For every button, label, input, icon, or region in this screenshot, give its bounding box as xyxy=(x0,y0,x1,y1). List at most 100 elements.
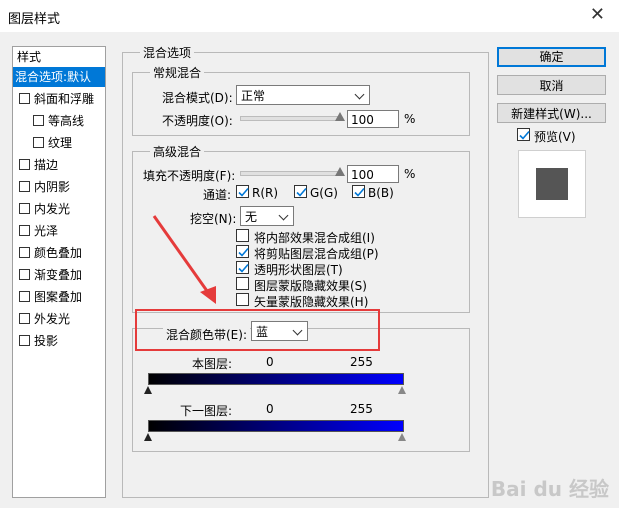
opacity-input[interactable]: 100 xyxy=(347,110,399,128)
style-list-item[interactable]: 斜面和浮雕 xyxy=(13,89,105,109)
preview-swatch xyxy=(536,168,568,200)
annotation-highlight xyxy=(135,309,380,351)
window-title: 图层样式 xyxy=(8,12,61,27)
checkmark-icon xyxy=(354,187,365,197)
style-list-item[interactable]: 混合选项:默认 xyxy=(13,67,105,87)
style-list-item-label: 内阴影 xyxy=(34,180,71,194)
style-list-header: 样式 xyxy=(17,50,42,64)
style-checkbox[interactable] xyxy=(19,159,30,170)
style-list: 样式 混合选项:默认斜面和浮雕等高线纹理描边内阴影内发光光泽颜色叠加渐变叠加图案… xyxy=(12,46,106,498)
style-list-item[interactable]: 光泽 xyxy=(13,221,105,241)
style-list-item-label: 光泽 xyxy=(34,224,59,238)
this-layer-black-slider[interactable] xyxy=(144,386,152,394)
style-list-item-label: 颜色叠加 xyxy=(34,246,83,260)
fill-opacity-label: 填充不透明度(F): xyxy=(143,169,236,183)
preview-label: 预览(V) xyxy=(534,130,576,144)
watermark: Bai du 经验 xyxy=(490,477,609,501)
underlying-layer-white-slider[interactable] xyxy=(398,433,406,441)
channel-r-checkbox[interactable] xyxy=(236,185,249,198)
blend-mode-label: 混合模式(D): xyxy=(162,91,233,105)
advanced-option-checkbox[interactable] xyxy=(236,245,249,258)
opacity-slider[interactable] xyxy=(240,116,342,121)
style-list-item-label: 斜面和浮雕 xyxy=(34,92,95,106)
knockout-select[interactable]: 无 xyxy=(240,206,294,226)
new-style-button[interactable]: 新建样式(W)... xyxy=(497,103,606,123)
checkmark-icon xyxy=(519,130,530,140)
underlying-layer-gradient xyxy=(148,420,404,432)
chevron-down-icon xyxy=(354,89,365,100)
checkmark-icon xyxy=(296,187,307,197)
this-layer-gradient xyxy=(148,373,404,385)
style-checkbox[interactable] xyxy=(19,291,30,302)
advanced-option-checkbox[interactable] xyxy=(236,229,249,242)
close-icon[interactable]: ✕ xyxy=(590,5,605,25)
blend-mode-value: 正常 xyxy=(241,89,266,103)
channel-g-label: G(G) xyxy=(310,186,338,200)
style-list-item[interactable]: 内发光 xyxy=(13,199,105,219)
advanced-option-label: 图层蒙版隐藏效果(S) xyxy=(254,279,367,293)
style-list-item-label: 外发光 xyxy=(34,312,71,326)
opacity-label: 不透明度(O): xyxy=(162,114,233,128)
style-list-item-label: 图案叠加 xyxy=(34,290,83,304)
style-list-item[interactable]: 渐变叠加 xyxy=(13,265,105,285)
style-checkbox[interactable] xyxy=(19,225,30,236)
checkmark-icon xyxy=(238,247,249,257)
chevron-down-icon xyxy=(278,210,289,221)
fill-opacity-slider-thumb[interactable] xyxy=(335,167,345,176)
style-checkbox[interactable] xyxy=(19,247,30,258)
channel-b-label: B(B) xyxy=(368,186,394,200)
underlying-layer-black-slider[interactable] xyxy=(144,433,152,441)
style-list-item[interactable]: 描边 xyxy=(13,155,105,175)
style-checkbox[interactable] xyxy=(19,313,30,324)
style-checkbox[interactable] xyxy=(19,335,30,346)
style-checkbox[interactable] xyxy=(19,93,30,104)
style-list-item[interactable]: 等高线 xyxy=(13,111,105,131)
underlying-layer-min: 0 xyxy=(266,402,274,416)
fill-opacity-unit: % xyxy=(404,167,416,181)
opacity-unit: % xyxy=(404,112,416,126)
advanced-option-checkbox[interactable] xyxy=(236,293,249,306)
underlying-layer-max: 255 xyxy=(350,402,373,416)
ok-button[interactable]: 确定 xyxy=(497,47,606,67)
cancel-button[interactable]: 取消 xyxy=(497,75,606,95)
advanced-option-checkbox[interactable] xyxy=(236,261,249,274)
channel-b-checkbox[interactable] xyxy=(352,185,365,198)
this-layer-max: 255 xyxy=(350,355,373,369)
style-list-item-label: 混合选项:默认 xyxy=(15,70,92,84)
style-checkbox[interactable] xyxy=(19,203,30,214)
preview-checkbox[interactable] xyxy=(517,128,530,141)
style-list-item[interactable]: 外发光 xyxy=(13,309,105,329)
style-list-item[interactable]: 投影 xyxy=(13,331,105,351)
style-checkbox[interactable] xyxy=(19,181,30,192)
general-blend-title: 常规混合 xyxy=(150,64,205,81)
this-layer-white-slider[interactable] xyxy=(398,386,406,394)
blend-options-title: 混合选项 xyxy=(140,44,195,61)
style-list-item-label: 渐变叠加 xyxy=(34,268,83,282)
advanced-option-label: 将内部效果混合成组(I) xyxy=(254,231,375,245)
style-list-item[interactable]: 纹理 xyxy=(13,133,105,153)
fill-opacity-slider[interactable] xyxy=(240,171,342,176)
channel-g-checkbox[interactable] xyxy=(294,185,307,198)
advanced-option-checkbox[interactable] xyxy=(236,277,249,290)
style-checkbox[interactable] xyxy=(19,269,30,280)
checkmark-icon xyxy=(238,187,249,197)
advanced-option-label: 矢量蒙版隐藏效果(H) xyxy=(254,295,369,309)
opacity-slider-thumb[interactable] xyxy=(335,112,345,121)
knockout-value: 无 xyxy=(245,210,258,224)
style-list-item-label: 纹理 xyxy=(48,136,73,150)
style-list-item-label: 描边 xyxy=(34,158,59,172)
advanced-option-label: 透明形状图层(T) xyxy=(254,263,343,277)
channel-r-label: R(R) xyxy=(252,186,279,200)
style-list-item[interactable]: 内阴影 xyxy=(13,177,105,197)
style-checkbox[interactable] xyxy=(33,115,44,126)
title-bar xyxy=(0,0,619,32)
fill-opacity-input[interactable]: 100 xyxy=(347,165,399,183)
annotation-arrow-icon xyxy=(152,215,216,304)
style-list-item[interactable]: 图案叠加 xyxy=(13,287,105,307)
blend-mode-select[interactable]: 正常 xyxy=(236,85,370,105)
preview-thumbnail xyxy=(518,150,586,218)
this-layer-label: 本图层: xyxy=(192,357,233,371)
style-checkbox[interactable] xyxy=(33,137,44,148)
style-list-item[interactable]: 颜色叠加 xyxy=(13,243,105,263)
this-layer-min: 0 xyxy=(266,355,274,369)
